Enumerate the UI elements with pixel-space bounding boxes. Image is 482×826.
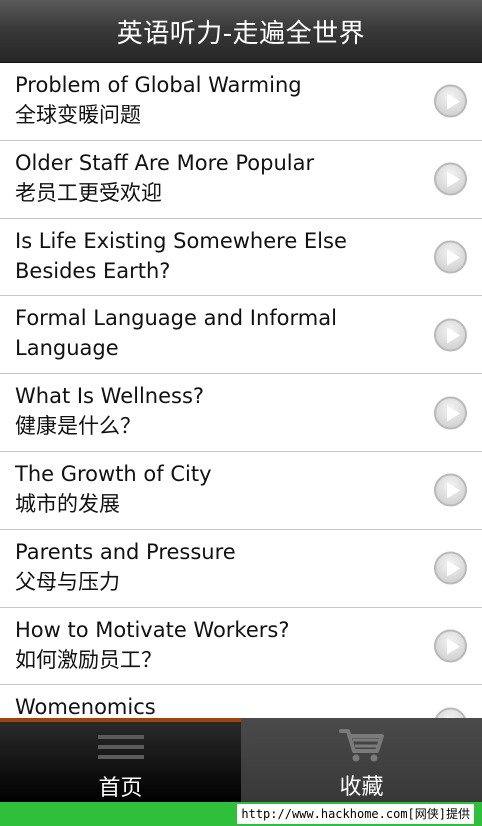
item-subtitle: 父母与压力 <box>15 569 120 594</box>
tab-home-label: 首页 <box>98 776 143 801</box>
list-item[interactable]: What Is Wellness? 健康是什么？ <box>0 374 482 452</box>
list-item[interactable]: Formal Language and Informal Language <box>0 296 482 375</box>
watermark-bar: http://www.hackhome.com[网侠]提供 <box>0 802 482 826</box>
list-icon <box>97 732 144 764</box>
cart-icon <box>338 729 384 762</box>
item-title: Is Life Existing Somewhere Else <box>15 228 347 253</box>
play-icon[interactable] <box>434 396 467 430</box>
watermark-text: http://www.hackhome.com[网侠]提供 <box>237 804 474 824</box>
tab-favorites[interactable]: 收藏 <box>241 718 482 802</box>
list-item[interactable]: Problem of Global Warming 全球变暖问题 <box>0 63 482 141</box>
item-title: Womenomics <box>15 695 156 718</box>
item-title: The Growth of City <box>15 461 212 486</box>
article-list[interactable]: Problem of Global Warming 全球变暖问题 Older S… <box>0 63 482 718</box>
list-item[interactable]: Older Staff Are More Popular 老员工更受欢迎 <box>0 141 482 219</box>
tab-home[interactable]: 首页 <box>0 718 241 802</box>
play-icon[interactable] <box>434 240 467 274</box>
item-title: Formal Language and Informal <box>15 306 337 331</box>
play-icon[interactable] <box>434 551 467 585</box>
item-title: Parents and Pressure <box>15 539 236 564</box>
item-subtitle: 健康是什么？ <box>15 414 141 439</box>
list-item[interactable]: Parents and Pressure 父母与压力 <box>0 530 482 608</box>
app-title: 英语听力-走遍全世界 <box>116 18 366 49</box>
play-icon[interactable] <box>434 473 467 507</box>
list-item[interactable]: How to Motivate Workers? 如何激励员工？ <box>0 608 482 686</box>
list-item[interactable]: Is Life Existing Somewhere Else Besides … <box>0 219 482 297</box>
play-icon[interactable] <box>434 318 467 352</box>
item-subtitle: 如何激励员工？ <box>15 647 162 672</box>
item-subtitle: 城市的发展 <box>15 491 120 516</box>
list-item[interactable]: Womenomics <box>0 685 482 718</box>
item-title: Problem of Global Warming <box>15 73 302 97</box>
play-icon[interactable] <box>434 162 467 196</box>
play-icon[interactable] <box>434 629 467 663</box>
item-title: Older Staff Are More Popular <box>15 150 315 175</box>
item-subtitle: Language <box>15 336 119 361</box>
bottom-tab-bar: 首页 收藏 <box>0 718 482 802</box>
play-icon[interactable] <box>434 84 467 118</box>
item-subtitle: Besides Earth? <box>15 258 171 283</box>
play-icon[interactable] <box>434 707 467 718</box>
app-title-bar: 英语听力-走遍全世界 <box>0 0 482 63</box>
item-title: How to Motivate Workers? <box>15 617 290 642</box>
item-title: What Is Wellness? <box>15 384 205 409</box>
tab-favorites-label: 收藏 <box>339 775 384 800</box>
item-subtitle: 老员工更受欢迎 <box>15 180 162 205</box>
list-item[interactable]: The Growth of City 城市的发展 <box>0 452 482 530</box>
item-subtitle: 全球变暖问题 <box>15 103 141 127</box>
